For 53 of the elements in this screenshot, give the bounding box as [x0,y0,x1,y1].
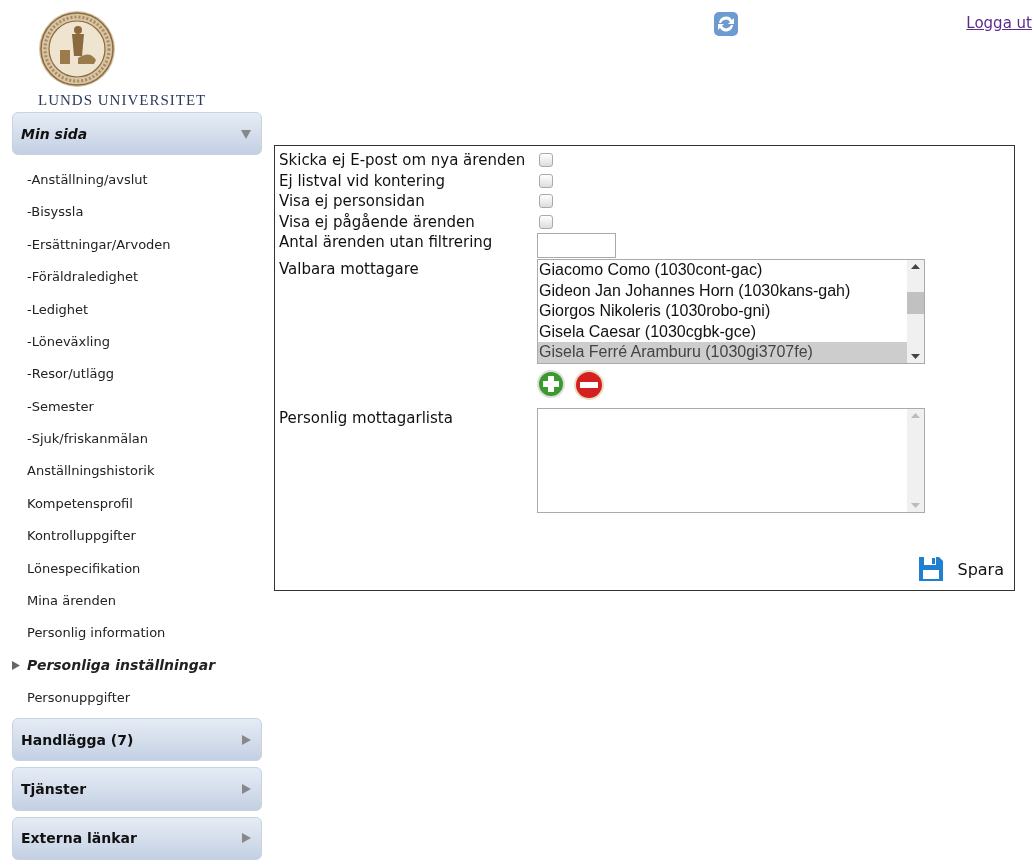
field-label: Ej listval vid kontering [279,170,447,191]
menu-item[interactable]: Personliga inställningar [27,657,216,674]
menu-section-header[interactable]: Tjänster [12,767,262,811]
menu-item[interactable]: Lönespecifikation [27,560,141,576]
scroll-up-icon[interactable] [911,264,920,269]
menu-item[interactable]: -Föräldraledighet [27,269,139,285]
menu-item[interactable]: Kompetensprofil [27,495,133,511]
caret-right-icon [241,734,251,745]
menu-item[interactable]: -Ersättningar/Arvoden [27,236,171,252]
caret-right-icon [241,833,251,844]
list-option[interactable]: Giacomo Como (1030cont-gac) [538,260,907,281]
list-option[interactable]: Giorgos Nikoleris (1030robo-gni) [538,301,907,322]
list-option[interactable]: Gideon Jan Johannes Horn (1030kans-gah) [538,280,907,302]
checkbox[interactable] [539,194,553,208]
menu-item[interactable]: Personuppgifter [27,690,131,706]
logout-link[interactable]: Logga ut [966,14,1032,32]
menu-item[interactable]: -Löneväxling [27,333,110,349]
menu-section-header[interactable]: Externa länkar [12,816,262,861]
checkbox[interactable] [539,153,553,167]
field-label: Personlig mottagarlista [279,408,454,429]
menu-section-header[interactable]: Min sida [12,111,262,156]
menu-item[interactable]: -Ledighet [27,301,89,317]
field-label: Skicka ej E-post om nya ärenden [279,150,527,171]
menu-item[interactable]: Personlig information [27,625,166,641]
menu-item[interactable]: Anställningshistorik [27,463,155,479]
field-label: Visa ej personsidan [279,191,426,212]
field-label: Visa ej pågående ärenden [279,211,476,232]
field-label: Antal ärenden utan filtrering [279,232,494,253]
menu-item[interactable]: -Anställning/avslut [27,171,148,187]
caret-down-icon [241,128,251,139]
scroll-down-icon[interactable] [911,354,920,359]
university-name: LUNDS UNIVERSITET [38,92,207,109]
add-icon[interactable] [537,370,565,398]
recipient-listbox[interactable]: Giacomo Como (1030cont-gac) Gideon Jan Johannes Horn (1030kans-gah) Giorgos Nikoleris (1030robo-gni) Gisela Caesar (1030cgbk-gce) Gisela Ferré Aramburu (1030gi3707fe) [537,259,925,364]
remove-icon[interactable] [574,370,604,400]
input-field[interactable] [537,233,616,258]
save-button[interactable]: Spara [957,559,1004,579]
menu-item[interactable]: -Sjuk/friskanmälan [27,431,148,447]
refresh-icon[interactable] [713,11,739,37]
menu-item[interactable]: Mina ärenden [27,593,116,609]
scroll-thumb[interactable] [907,292,924,314]
menu-section-header[interactable]: Handlägga (7) [12,717,262,762]
list-option[interactable]: Gisela Ferré Aramburu (1030gi3707fe) [538,342,907,363]
menu-item[interactable]: -Resor/utlägg [27,366,114,382]
menu-item[interactable]: -Bisyssla [27,204,84,220]
checkbox[interactable] [539,214,553,229]
list-option[interactable]: Gisela Caesar (1030cgbk-gce) [538,321,907,343]
checkbox[interactable] [539,173,553,188]
menu-item[interactable]: Kontrolluppgifter [27,528,136,544]
field-label: Valbara mottagare [279,259,420,280]
menu-item[interactable]: -Semester [27,398,94,414]
selected-arrow-icon [12,660,20,670]
caret-right-icon [241,783,251,794]
